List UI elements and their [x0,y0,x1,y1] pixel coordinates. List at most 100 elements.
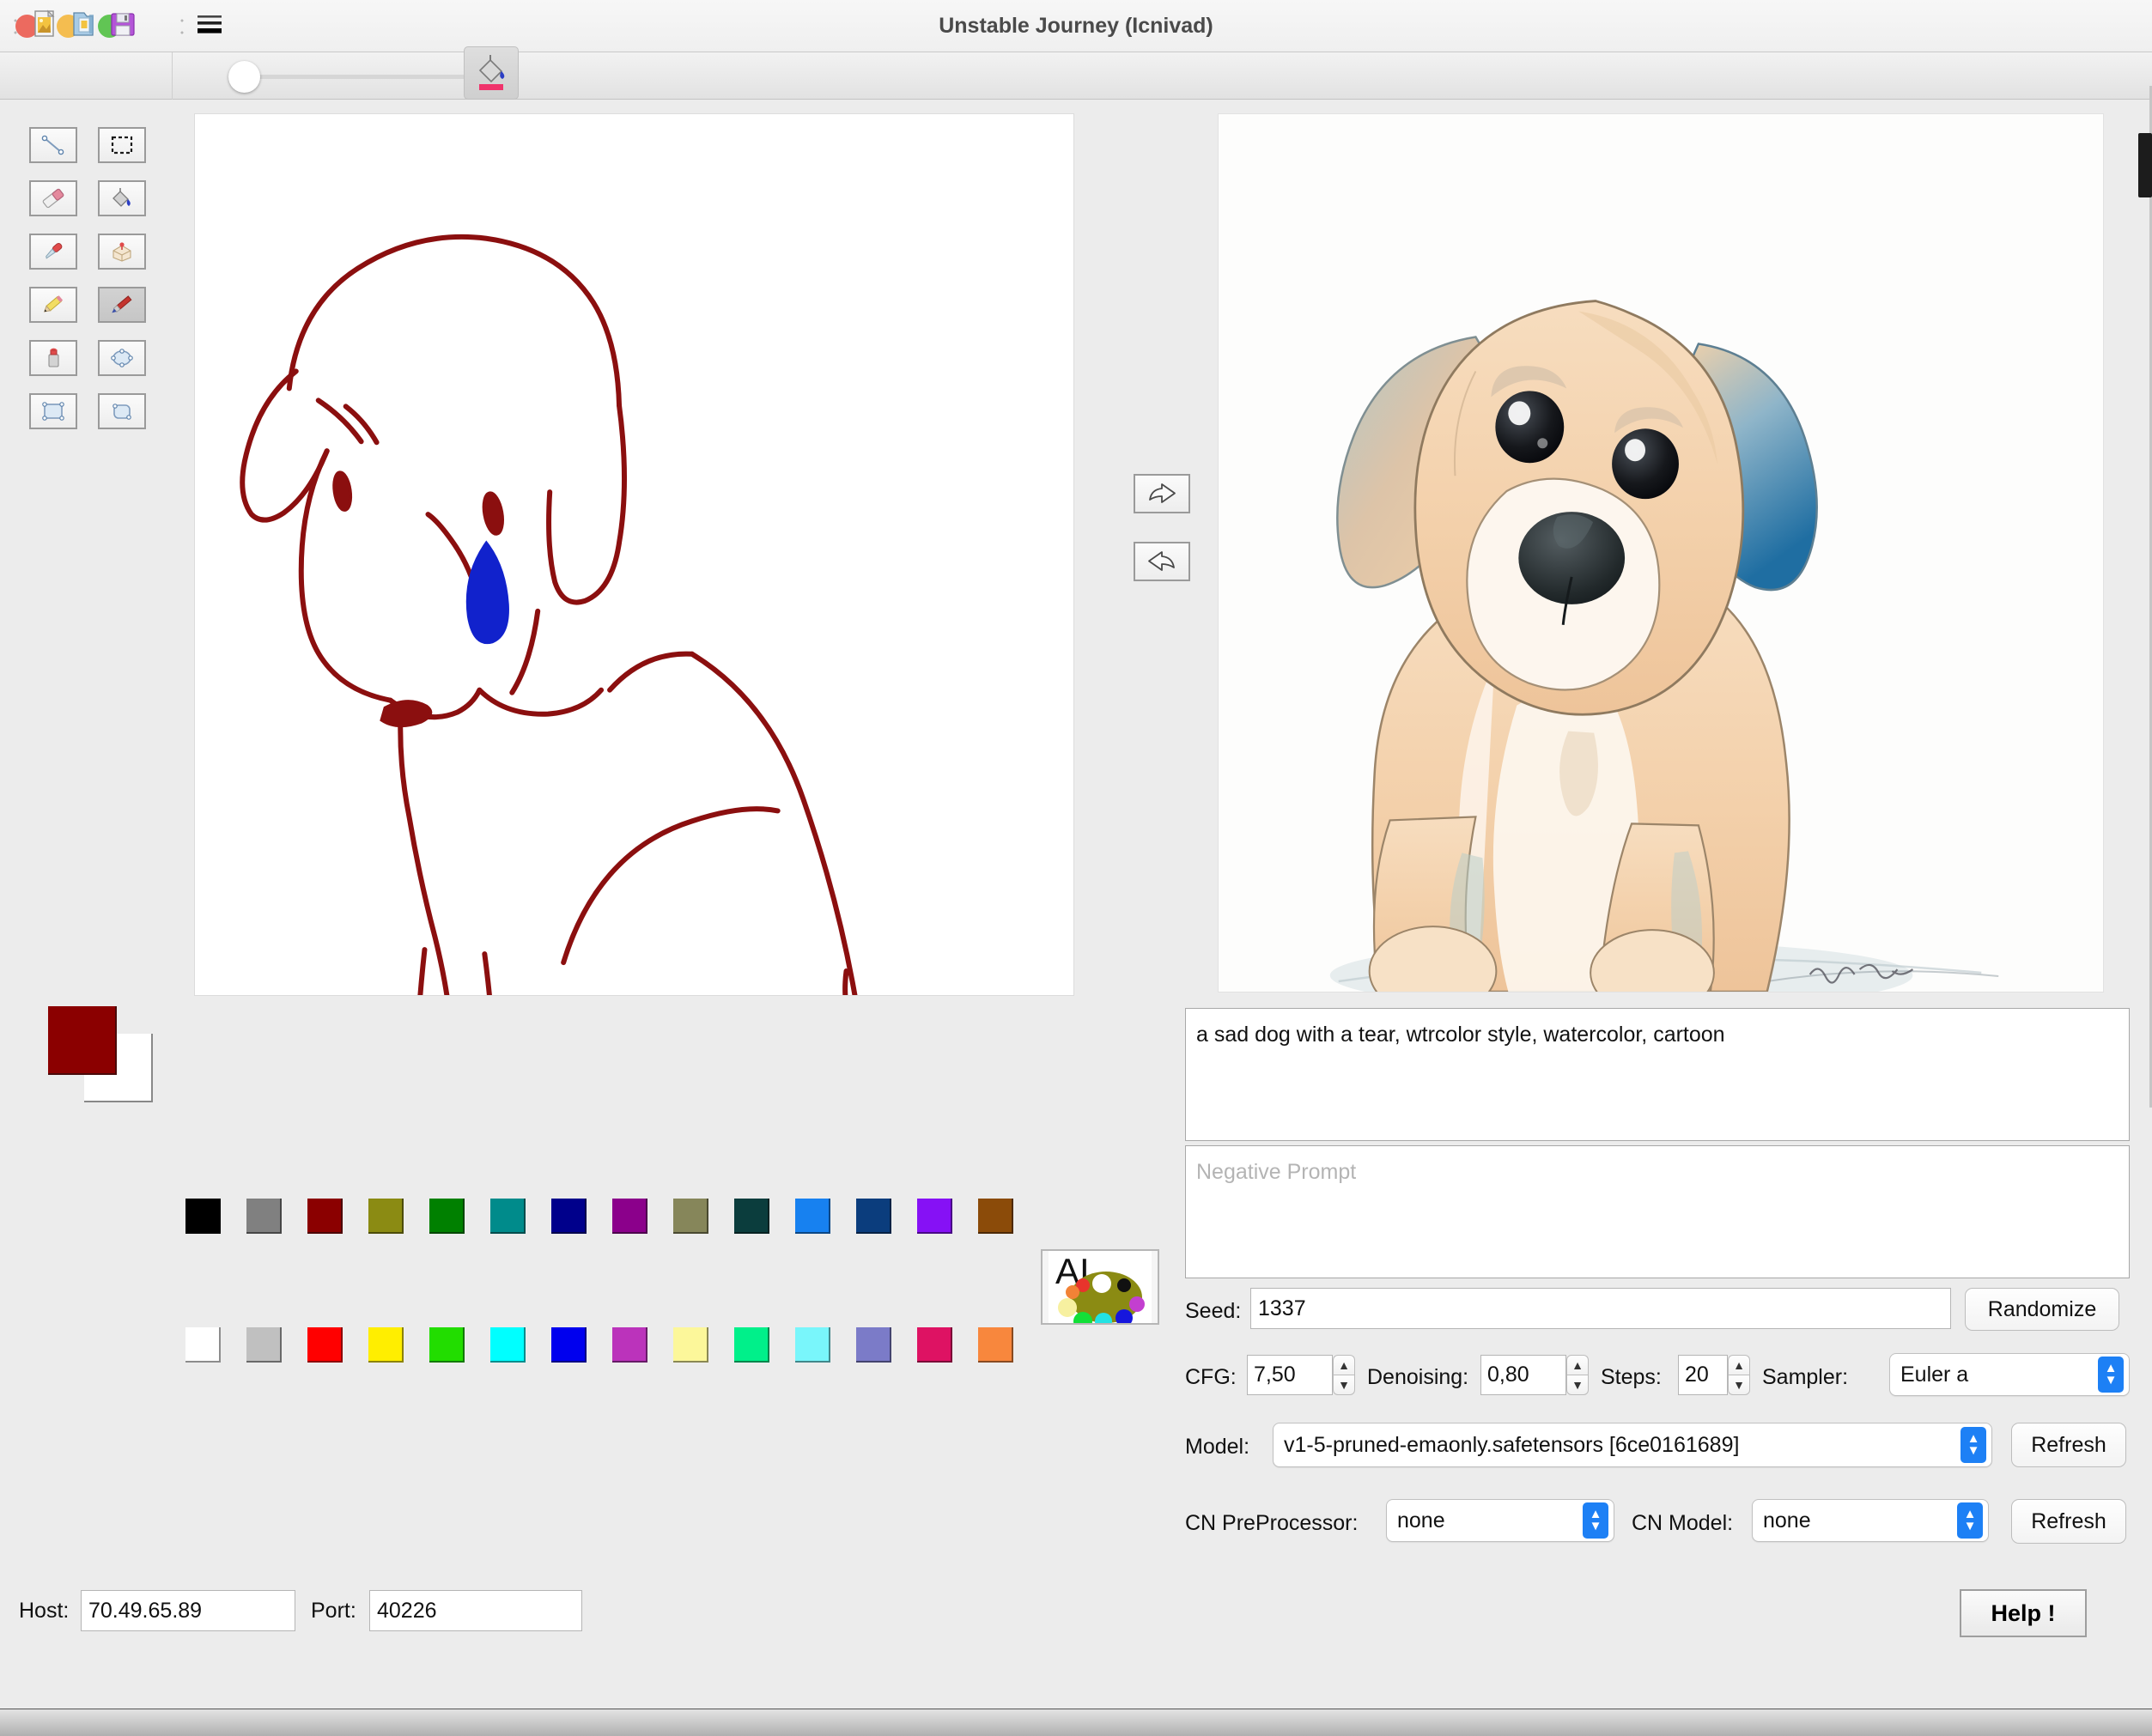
negative-prompt-input[interactable] [1185,1145,2130,1278]
brush-tool[interactable] [98,287,146,323]
swatch-dark-6[interactable] [551,1199,587,1234]
swatch-dark-10[interactable] [795,1199,830,1234]
swatch-dark-5[interactable] [490,1199,526,1234]
line-tool[interactable] [29,127,77,163]
cn-model-label: CN Model: [1632,1511,1734,1535]
swatch-light-3[interactable] [368,1327,404,1363]
brush-size-slider[interactable] [222,52,475,100]
model-value: v1-5-pruned-emaonly.safetensors [6ce0161… [1284,1432,1740,1457]
steps-stepper-up[interactable]: ▲ [1728,1355,1750,1375]
tool-row [29,234,167,270]
swatch-light-10[interactable] [795,1327,830,1363]
port-input[interactable] [369,1590,582,1631]
denoising-stepper-up[interactable]: ▲ [1566,1355,1589,1375]
color-indicator [24,1006,153,1102]
seed-label: Seed: [1185,1299,1242,1323]
steps-stepper-down[interactable]: ▼ [1728,1375,1750,1395]
denoising-stepper-down[interactable]: ▼ [1566,1375,1589,1395]
cn-model-select[interactable]: none ▲ ▼ [1752,1499,1989,1542]
swatch-light-11[interactable] [856,1327,891,1363]
swatch-dark-4[interactable] [429,1199,465,1234]
denoising-stepper[interactable]: ▲ ▼ [1566,1355,1589,1395]
swatch-light-cell [429,1327,490,1363]
host-input[interactable] [81,1590,295,1631]
cfg-stepper[interactable]: ▲ ▼ [1333,1355,1355,1395]
foreground-color-swatch[interactable] [48,1006,117,1075]
seed-input[interactable] [1250,1288,1951,1329]
host-label: Host: [19,1599,70,1623]
generated-image[interactable] [1218,113,2104,992]
randomize-button[interactable]: Randomize [1965,1288,2119,1331]
swatch-dark-cell [612,1199,673,1234]
swatch-light-12[interactable] [917,1327,952,1363]
stamp-tool[interactable] [98,234,146,270]
ellipse-tool[interactable] [98,340,146,376]
model-select[interactable]: v1-5-pruned-emaonly.safetensors [6ce0161… [1273,1423,1992,1467]
rectangle-tool[interactable] [29,393,77,429]
swatch-dark-12[interactable] [917,1199,952,1234]
cfg-stepper-down[interactable]: ▼ [1333,1375,1355,1395]
sampler-select[interactable]: Euler a ▲ ▼ [1889,1353,2130,1396]
spray-can-tool[interactable] [29,340,77,376]
steps-input[interactable] [1678,1355,1728,1395]
slider-knob[interactable] [228,61,260,93]
result-scrollbar-thumb[interactable] [2138,133,2152,197]
sampler-value: Euler a [1900,1362,1969,1387]
swatch-dark-9[interactable] [734,1199,769,1234]
paint-bucket-color-button[interactable] [464,46,519,100]
cfg-stepper-up[interactable]: ▲ [1333,1355,1355,1375]
send-to-canvas-button[interactable] [1134,542,1190,581]
send-to-result-button[interactable] [1134,474,1190,513]
swatch-light-cell [246,1327,307,1363]
swatch-dark-2[interactable] [307,1199,343,1234]
brush-size-list-icon[interactable] [191,4,230,44]
cn-refresh-button[interactable]: Refresh [2011,1499,2126,1544]
help-button[interactable]: Help ! [1960,1589,2087,1637]
drawing-canvas[interactable] [194,113,1074,996]
fill-bucket-tool[interactable] [98,180,146,216]
swatch-light-6[interactable] [551,1327,587,1363]
tool-row [29,340,167,376]
model-refresh-button[interactable]: Refresh [2011,1423,2126,1467]
swatch-dark-1[interactable] [246,1199,282,1234]
swatch-dark-13[interactable] [978,1199,1013,1234]
model-label: Model: [1185,1435,1250,1459]
tool-row [29,180,167,216]
new-image-button[interactable] [24,4,64,44]
swatch-light-13[interactable] [978,1327,1013,1363]
toolbar-separator [172,52,173,100]
save-file-button[interactable] [103,4,143,44]
swatch-light-0[interactable] [185,1327,221,1363]
swatch-light-2[interactable] [307,1327,343,1363]
swatch-dark-7[interactable] [612,1199,647,1234]
swatch-dark-cell [917,1199,978,1234]
denoising-label: Denoising: [1367,1365,1469,1389]
eraser-tool[interactable] [29,180,77,216]
rect-select-tool[interactable] [98,127,146,163]
swatch-dark-0[interactable] [185,1199,221,1234]
open-file-button[interactable] [64,4,103,44]
steps-stepper[interactable]: ▲ ▼ [1728,1355,1750,1395]
pencil-tool[interactable] [29,287,77,323]
swatch-dark-11[interactable] [856,1199,891,1234]
toolbar-grip-icon[interactable] [12,10,19,37]
swatch-light-5[interactable] [490,1327,526,1363]
ai-palette-button[interactable]: AI [1041,1249,1159,1325]
cfg-input[interactable] [1247,1355,1333,1395]
toolbar-grip-icon-2[interactable] [179,10,185,37]
swatch-dark-3[interactable] [368,1199,404,1234]
prompt-input[interactable] [1185,1008,2130,1141]
steps-label: Steps: [1601,1365,1662,1389]
swatch-light-7[interactable] [612,1327,647,1363]
swatch-light-8[interactable] [673,1327,708,1363]
cfg-label: CFG: [1185,1365,1237,1389]
swatch-light-1[interactable] [246,1327,282,1363]
swatch-light-4[interactable] [429,1327,465,1363]
light-color-palette [185,1327,1039,1363]
denoising-input[interactable] [1480,1355,1566,1395]
rounded-rect-tool[interactable] [98,393,146,429]
swatch-dark-8[interactable] [673,1199,708,1234]
cn-preprocessor-select[interactable]: none ▲ ▼ [1386,1499,1614,1542]
swatch-light-9[interactable] [734,1327,769,1363]
color-picker-tool[interactable] [29,234,77,270]
